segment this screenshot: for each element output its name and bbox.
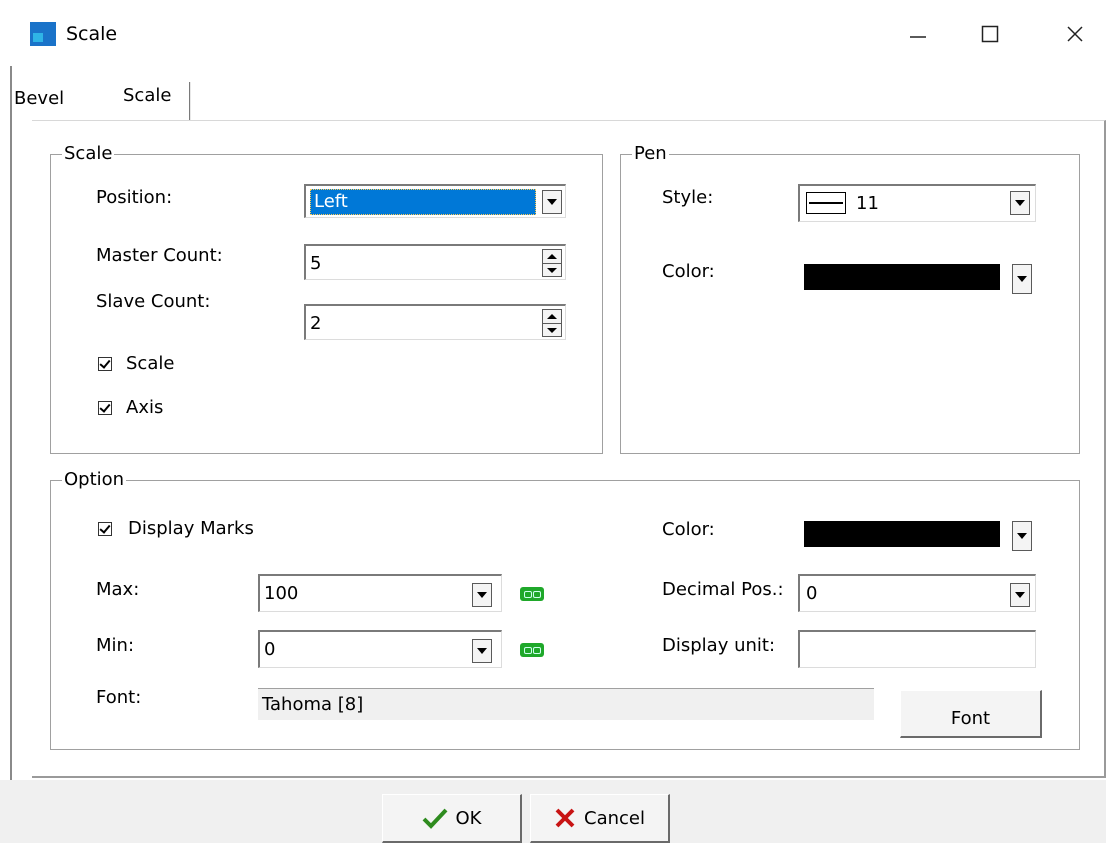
max-dropdown-button[interactable] xyxy=(472,583,492,607)
display-marks-checkbox[interactable] xyxy=(98,522,112,536)
max-label: Max: xyxy=(96,579,140,600)
minimize-icon xyxy=(910,36,926,38)
checkmark-icon xyxy=(422,808,447,829)
min-link-icon[interactable] xyxy=(520,643,544,657)
scale-checkbox[interactable] xyxy=(98,357,112,371)
pen-style-value: 11 xyxy=(856,193,879,214)
max-value: 100 xyxy=(264,583,299,604)
window-title: Scale xyxy=(66,23,118,45)
maximize-icon xyxy=(981,25,999,43)
min-value: 0 xyxy=(264,639,276,660)
axis-checkbox[interactable] xyxy=(98,401,112,415)
style-label: Style: xyxy=(662,187,714,208)
decimal-pos-dropdown-button[interactable] xyxy=(1010,583,1030,607)
slave-count-label: Slave Count: xyxy=(96,291,211,312)
display-marks-label: Display Marks xyxy=(128,518,254,539)
pen-color-label: Color: xyxy=(662,261,715,282)
master-count-value: 5 xyxy=(310,253,322,274)
font-value: Tahoma [8] xyxy=(262,694,364,715)
chevron-down-icon xyxy=(547,199,557,205)
ok-button-label: OK xyxy=(455,807,482,829)
cancel-button[interactable]: Cancel xyxy=(530,794,670,843)
chevron-down-icon xyxy=(1015,592,1025,598)
slave-count-value: 2 xyxy=(310,313,322,334)
tab-scale[interactable]: Scale xyxy=(123,84,171,108)
chevron-down-icon xyxy=(477,592,487,598)
scale-group-title: Scale xyxy=(62,143,115,164)
chevron-down-icon xyxy=(1015,200,1025,206)
title-bar[interactable]: Scale xyxy=(0,0,1106,66)
display-unit-input[interactable] xyxy=(798,630,1036,668)
option-color-label: Color: xyxy=(662,519,715,540)
close-icon xyxy=(1067,26,1083,42)
cross-icon xyxy=(555,808,575,828)
pen-style-dropdown-button[interactable] xyxy=(1010,191,1030,215)
font-display-field: Tahoma [8] xyxy=(258,688,874,720)
max-link-icon[interactable] xyxy=(520,587,544,601)
decimal-pos-value: 0 xyxy=(806,583,818,604)
font-button[interactable]: Font xyxy=(900,690,1042,738)
position-label: Position: xyxy=(96,187,173,208)
position-dropdown-button[interactable] xyxy=(542,190,562,214)
window-left-edge xyxy=(10,0,12,843)
min-dropdown-button[interactable] xyxy=(472,639,492,663)
option-color-dropdown-button[interactable] xyxy=(1012,521,1032,551)
font-button-label: Font xyxy=(950,708,991,729)
chevron-down-icon xyxy=(1017,276,1027,282)
app-icon xyxy=(30,22,56,46)
slave-count-stepper[interactable]: 2 xyxy=(304,304,566,340)
master-count-spin-buttons[interactable] xyxy=(542,249,562,277)
arrow-down-icon xyxy=(547,268,557,273)
min-label: Min: xyxy=(96,635,135,656)
min-combobox[interactable]: 0 xyxy=(258,630,502,668)
decimal-pos-dropdown[interactable]: 0 xyxy=(798,574,1036,612)
scale-checkbox-label: Scale xyxy=(126,353,175,374)
tab-bevel[interactable]: Bevel xyxy=(14,87,64,111)
cancel-button-label: Cancel xyxy=(584,807,645,829)
master-count-label: Master Count: xyxy=(96,245,223,266)
slave-count-spin-buttons[interactable] xyxy=(542,309,562,337)
pen-color-dropdown-button[interactable] xyxy=(1012,264,1032,294)
decimal-pos-label: Decimal Pos.: xyxy=(662,579,784,600)
chevron-down-icon xyxy=(1017,533,1027,539)
arrow-up-icon xyxy=(547,254,557,259)
arrow-up-icon xyxy=(547,314,557,319)
position-value: Left xyxy=(314,191,348,212)
pen-color-swatch[interactable] xyxy=(804,264,1000,290)
axis-checkbox-label: Axis xyxy=(126,397,164,418)
chevron-down-icon xyxy=(477,648,487,654)
arrow-down-icon xyxy=(547,328,557,333)
option-color-swatch[interactable] xyxy=(804,521,1000,547)
line-style-icon xyxy=(806,192,846,214)
display-unit-label: Display unit: xyxy=(662,635,776,656)
max-combobox[interactable]: 100 xyxy=(258,574,502,612)
ok-button[interactable]: OK xyxy=(382,794,522,843)
tab-divider xyxy=(189,82,191,120)
close-button[interactable] xyxy=(1055,14,1095,54)
option-group-title: Option xyxy=(62,469,127,490)
position-dropdown[interactable]: Left xyxy=(304,184,566,218)
pen-group-title: Pen xyxy=(632,143,669,164)
minimize-button[interactable] xyxy=(898,14,938,54)
font-label: Font: xyxy=(96,687,142,708)
master-count-stepper[interactable]: 5 xyxy=(304,244,566,280)
pen-style-dropdown[interactable]: 11 xyxy=(798,184,1036,222)
maximize-button[interactable] xyxy=(970,14,1010,54)
